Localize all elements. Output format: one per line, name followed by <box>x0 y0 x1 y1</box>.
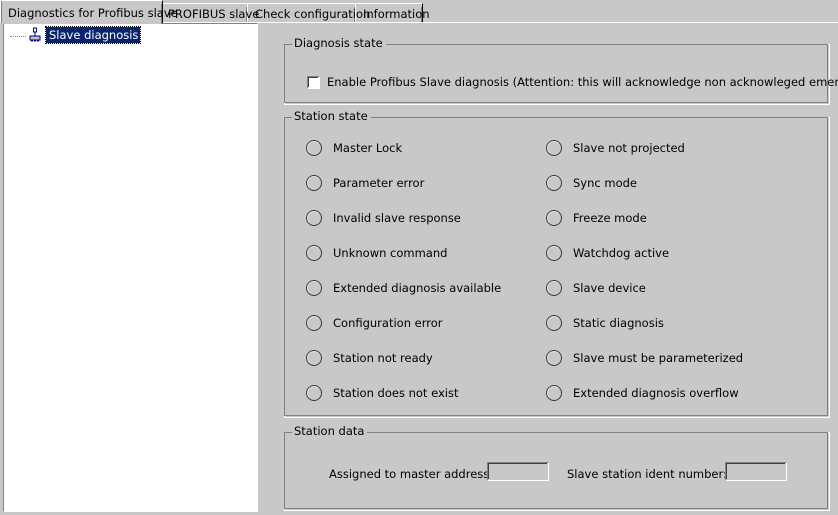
radio-configuration-error[interactable]: Configuration error <box>306 314 443 332</box>
radio-circle[interactable] <box>306 350 322 366</box>
radio-label: Freeze mode <box>573 211 647 225</box>
checkbox-box[interactable] <box>307 75 320 89</box>
tab-diagnostics-for-profibus-slave[interactable]: Diagnostics for Profibus slave <box>0 0 178 24</box>
radio-circle[interactable] <box>306 210 322 226</box>
radio-circle[interactable] <box>306 140 322 156</box>
tab-label: Check configuration <box>255 7 371 21</box>
radio-label: Slave not projected <box>573 141 685 155</box>
radio-circle[interactable] <box>546 350 562 366</box>
tab-check-configuration[interactable]: Check configuration <box>247 3 370 22</box>
radio-sync-mode[interactable]: Sync mode <box>546 174 637 192</box>
slave-tree-panel[interactable]: Slave diagnosis <box>3 23 258 512</box>
radio-label: Static diagnosis <box>573 316 664 330</box>
assigned-master-address-input[interactable] <box>487 462 549 481</box>
radio-circle[interactable] <box>546 315 562 331</box>
radio-watchdog-active[interactable]: Watchdog active <box>546 244 669 262</box>
radio-circle[interactable] <box>546 245 562 261</box>
radio-circle[interactable] <box>306 385 322 401</box>
tree-item-label: Slave diagnosis <box>44 26 142 44</box>
radio-slave-device[interactable]: Slave device <box>546 279 646 297</box>
radio-label: Master Lock <box>333 141 403 155</box>
radio-label: Extended diagnosis available <box>333 281 502 295</box>
checkbox-label: Enable Profibus Slave diagnosis (Attenti… <box>327 75 838 89</box>
radio-label: Extended diagnosis overflow <box>573 386 739 400</box>
radio-label: Station not ready <box>333 351 433 365</box>
radio-slave-not-projected[interactable]: Slave not projected <box>546 139 685 157</box>
radio-extended-diagnosis-overflow[interactable]: Extended diagnosis overflow <box>546 384 739 402</box>
tab-label: Diagnostics for Profibus slave <box>8 6 178 20</box>
radio-label: Slave device <box>573 281 646 295</box>
radio-parameter-error[interactable]: Parameter error <box>306 174 424 192</box>
group-frame <box>284 117 830 418</box>
radio-circle[interactable] <box>546 210 562 226</box>
radio-extended-diagnosis-available[interactable]: Extended diagnosis available <box>306 279 501 297</box>
radio-circle[interactable] <box>306 280 322 296</box>
profibus-diagnostics-window: Diagnostics for Profibus slave PROFIBUS … <box>0 0 838 515</box>
radio-circle[interactable] <box>546 280 562 296</box>
radio-slave-must-be-parameterized[interactable]: Slave must be parameterized <box>546 349 743 367</box>
radio-label: Parameter error <box>333 176 425 190</box>
radio-label: Station does not exist <box>333 386 459 400</box>
radio-circle[interactable] <box>306 245 322 261</box>
radio-freeze-mode[interactable]: Freeze mode <box>546 209 647 227</box>
tab-information[interactable]: Information <box>355 3 430 22</box>
radio-circle[interactable] <box>546 175 562 191</box>
station-state-group: Station state Master Lock Parameter erro… <box>284 110 830 418</box>
radio-invalid-slave-response[interactable]: Invalid slave response <box>306 209 461 227</box>
assigned-master-address-label: Assigned to master address: <box>329 467 494 481</box>
radio-circle[interactable] <box>306 315 322 331</box>
slave-station-ident-number-input[interactable] <box>725 462 787 481</box>
radio-circle[interactable] <box>546 140 562 156</box>
radio-label: Watchdog active <box>573 246 670 260</box>
radio-static-diagnosis[interactable]: Static diagnosis <box>546 314 664 332</box>
device-node-icon <box>27 27 43 43</box>
diagnosis-state-title: Diagnosis state <box>292 37 386 50</box>
tab-label: Information <box>363 7 430 21</box>
tab-label: PROFIBUS slave <box>168 7 260 21</box>
slave-station-ident-number-label: Slave station ident number: <box>567 467 727 481</box>
station-data-group: Station data Assigned to master address:… <box>284 425 830 511</box>
enable-profibus-slave-diagnosis-checkbox[interactable]: Enable Profibus Slave diagnosis (Attenti… <box>307 75 838 89</box>
radio-station-not-ready[interactable]: Station not ready <box>306 349 433 367</box>
diagnosis-state-group: Diagnosis state Enable Profibus Slave di… <box>284 37 838 105</box>
radio-label: Invalid slave response <box>333 211 461 225</box>
diagnostics-content-pane: Diagnosis state Enable Profibus Slave di… <box>262 23 838 515</box>
radio-circle[interactable] <box>306 175 322 191</box>
tree-connector-line <box>10 36 26 38</box>
radio-circle[interactable] <box>546 385 562 401</box>
tab-strip: Diagnostics for Profibus slave PROFIBUS … <box>0 0 838 24</box>
station-state-title: Station state <box>292 110 371 123</box>
station-data-title: Station data <box>292 425 368 438</box>
radio-label: Configuration error <box>333 316 443 330</box>
radio-label: Sync mode <box>573 176 637 190</box>
radio-station-does-not-exist[interactable]: Station does not exist <box>306 384 458 402</box>
radio-unknown-command[interactable]: Unknown command <box>306 244 447 262</box>
radio-label: Slave must be parameterized <box>573 351 744 365</box>
radio-label: Unknown command <box>333 246 448 260</box>
tree-item-slave-diagnosis[interactable]: Slave diagnosis <box>10 26 142 44</box>
radio-master-lock[interactable]: Master Lock <box>306 139 402 157</box>
